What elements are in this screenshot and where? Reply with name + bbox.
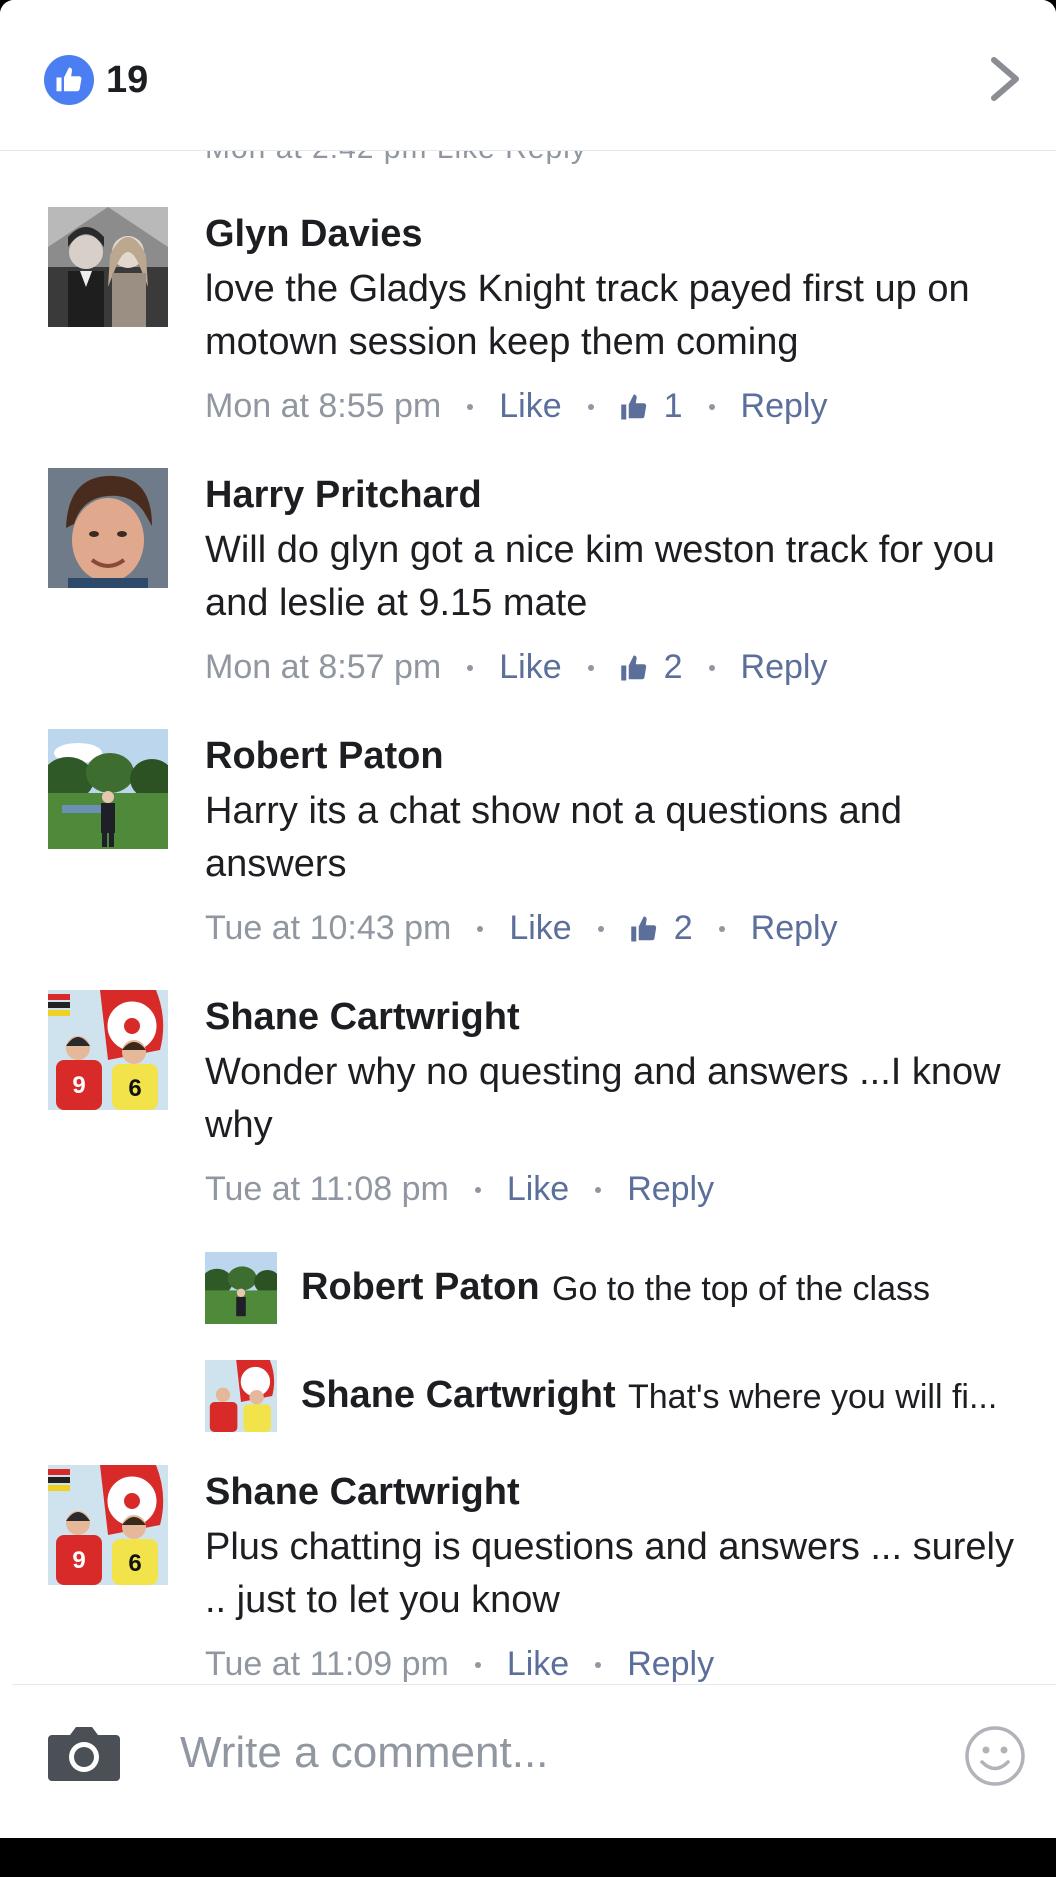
- reply-item[interactable]: Shane Cartwright That's where you will f…: [205, 1360, 1056, 1432]
- reply-button[interactable]: Reply: [627, 1170, 714, 1209]
- comment-text: love the Gladys Knight track payed first…: [205, 268, 970, 363]
- avatar[interactable]: [48, 207, 168, 327]
- camera-icon[interactable]: [46, 1723, 122, 1783]
- comment-text: Will do glyn got a nice kim weston track…: [205, 529, 995, 624]
- comment-text: Wonder why no questing and answers ...I …: [205, 1051, 1001, 1146]
- avatar[interactable]: [48, 468, 168, 588]
- jersey-number-right: 6: [128, 1075, 141, 1102]
- separator-dot: [474, 1186, 481, 1193]
- comment-author[interactable]: Harry Pritchard: [205, 474, 482, 517]
- header-divider: [0, 150, 1056, 151]
- like-count[interactable]: 2: [620, 648, 683, 687]
- thumbs-up-icon: [620, 394, 646, 419]
- separator-dot: [708, 403, 715, 410]
- comment-meta: Tue at 11:09 pm Like Reply: [205, 1645, 714, 1684]
- like-button[interactable]: Like: [509, 909, 571, 948]
- comment-timestamp[interactable]: Tue at 10:43 pm: [205, 909, 451, 948]
- separator-dot: [595, 1661, 602, 1668]
- comments-sheet: 19 Mon at 2:42 pm Like Reply Glyn Davies…: [0, 0, 1056, 1838]
- reply-button[interactable]: Reply: [741, 387, 828, 426]
- separator-dot: [587, 403, 594, 410]
- reply-avatar[interactable]: [205, 1252, 277, 1324]
- thumbs-up-icon: [620, 655, 646, 680]
- comment-text: Harry its a chat show not a questions an…: [205, 790, 903, 885]
- comment-timestamp[interactable]: Mon at 8:55 pm: [205, 387, 441, 426]
- separator-dot: [467, 403, 474, 410]
- comment-author[interactable]: Glyn Davies: [205, 213, 423, 256]
- comment-author[interactable]: Robert Paton: [205, 735, 444, 778]
- jersey-number-left: 9: [72, 1072, 85, 1099]
- comment-timestamp[interactable]: Tue at 11:08 pm: [205, 1170, 449, 1209]
- avatar[interactable]: [48, 729, 168, 849]
- separator-dot: [474, 1661, 481, 1668]
- like-count[interactable]: 1: [620, 387, 683, 426]
- reply-button[interactable]: Reply: [627, 1645, 714, 1684]
- like-button[interactable]: Like: [507, 1170, 569, 1209]
- comment-timestamp[interactable]: Mon at 8:57 pm: [205, 648, 441, 687]
- reply-button[interactable]: Reply: [741, 648, 828, 687]
- like-button[interactable]: Like: [507, 1645, 569, 1684]
- jersey-number-left: 9: [72, 1547, 85, 1574]
- reply-avatar[interactable]: [205, 1360, 277, 1432]
- reply-text: Go to the top of the class: [552, 1270, 931, 1308]
- separator-dot: [718, 925, 725, 932]
- reply-author[interactable]: Shane Cartwright: [301, 1374, 616, 1417]
- separator-dot: [597, 925, 604, 932]
- comment-meta: Tue at 10:43 pm Like 2 Reply: [205, 909, 838, 948]
- chevron-right-icon[interactable]: [986, 52, 1026, 106]
- comment-author[interactable]: Shane Cartwright: [205, 1471, 520, 1514]
- reply-button[interactable]: Reply: [751, 909, 838, 948]
- like-button[interactable]: Like: [499, 648, 561, 687]
- comment-text: Plus chatting is questions and answers .…: [205, 1526, 1014, 1621]
- like-count[interactable]: 2: [630, 909, 693, 948]
- separator-dot: [467, 664, 474, 671]
- avatar[interactable]: 9 6: [48, 1465, 168, 1585]
- thumbs-up-icon: [630, 916, 656, 941]
- reactions-header: 19: [0, 0, 1056, 150]
- comment-meta: Tue at 11:08 pm Like Reply: [205, 1170, 714, 1209]
- avatar[interactable]: 9 6: [48, 990, 168, 1110]
- reply-author[interactable]: Robert Paton: [301, 1266, 540, 1309]
- reply-item[interactable]: Robert Paton Go to the top of the class: [205, 1252, 1056, 1324]
- jersey-number-right: 6: [128, 1550, 141, 1577]
- comment-meta: Mon at 8:55 pm Like 1 Reply: [205, 387, 827, 426]
- like-button[interactable]: Like: [499, 387, 561, 426]
- comment-composer: [0, 1685, 1056, 1838]
- reply-text: That's where you will fi...: [628, 1378, 998, 1416]
- separator-dot: [477, 925, 484, 932]
- like-reaction-icon[interactable]: [44, 55, 94, 105]
- separator-dot: [595, 1186, 602, 1193]
- separator-dot: [587, 664, 594, 671]
- reaction-count[interactable]: 19: [106, 56, 148, 104]
- comment-timestamp[interactable]: Tue at 11:09 pm: [205, 1645, 449, 1684]
- comment-meta: Mon at 8:57 pm Like 2 Reply: [205, 648, 827, 687]
- comment-input[interactable]: [180, 1721, 940, 1785]
- separator-dot: [708, 664, 715, 671]
- comment-author[interactable]: Shane Cartwright: [205, 996, 520, 1039]
- emoji-icon[interactable]: [964, 1725, 1026, 1787]
